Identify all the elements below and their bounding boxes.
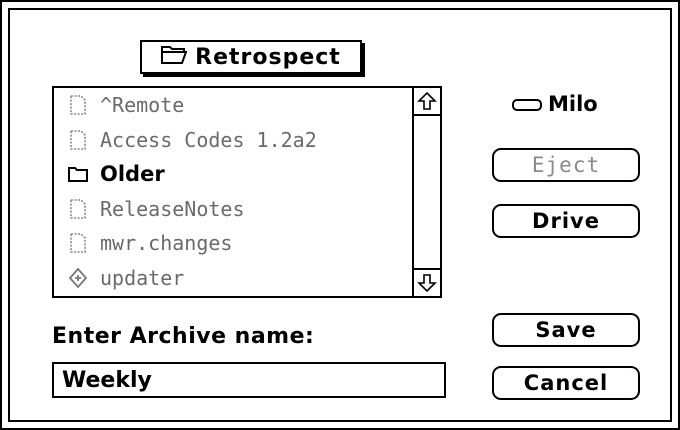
scroll-down-arrow-icon[interactable] [414,268,440,296]
document-icon [68,129,88,151]
list-item[interactable]: mwr.changes [54,226,414,261]
list-item-label: Older [100,162,165,187]
file-list[interactable]: ^Remote Access Codes 1.2a2 Older Release… [52,86,442,298]
drive-button[interactable]: Drive [492,204,640,238]
scrollbar[interactable] [412,88,440,296]
eject-button[interactable]: Eject [492,148,640,182]
list-item[interactable]: updater [54,261,414,296]
file-list-items: ^Remote Access Codes 1.2a2 Older Release… [54,88,414,296]
folder-popup-menu[interactable]: Retrospect [140,40,362,74]
archive-name-field[interactable]: Weekly [52,362,446,398]
folder-icon [68,163,88,185]
folder-open-icon [161,44,188,70]
document-icon [68,232,88,254]
document-icon [68,198,88,220]
list-item[interactable]: Older [54,157,414,192]
disk-name: Milo [512,92,598,116]
archive-name-prompt: Enter Archive name: [52,324,315,349]
list-item-label: ^Remote [100,93,185,118]
list-item[interactable]: ReleaseNotes [54,192,414,227]
cancel-button[interactable]: Cancel [492,366,640,400]
folder-popup-label: Retrospect [195,44,341,70]
document-icon [68,94,88,116]
list-item[interactable]: ^Remote [54,88,414,123]
disk-label: Milo [548,92,598,116]
save-button[interactable]: Save [492,313,640,347]
application-icon [68,267,88,289]
list-item-label: Access Codes 1.2a2 [100,127,317,152]
list-item[interactable]: Access Codes 1.2a2 [54,123,414,158]
list-item-label: updater [100,265,185,290]
list-item-label: ReleaseNotes [100,196,245,221]
disk-icon [512,92,542,116]
scroll-up-arrow-icon[interactable] [414,88,440,116]
list-item-label: mwr.changes [100,231,233,256]
